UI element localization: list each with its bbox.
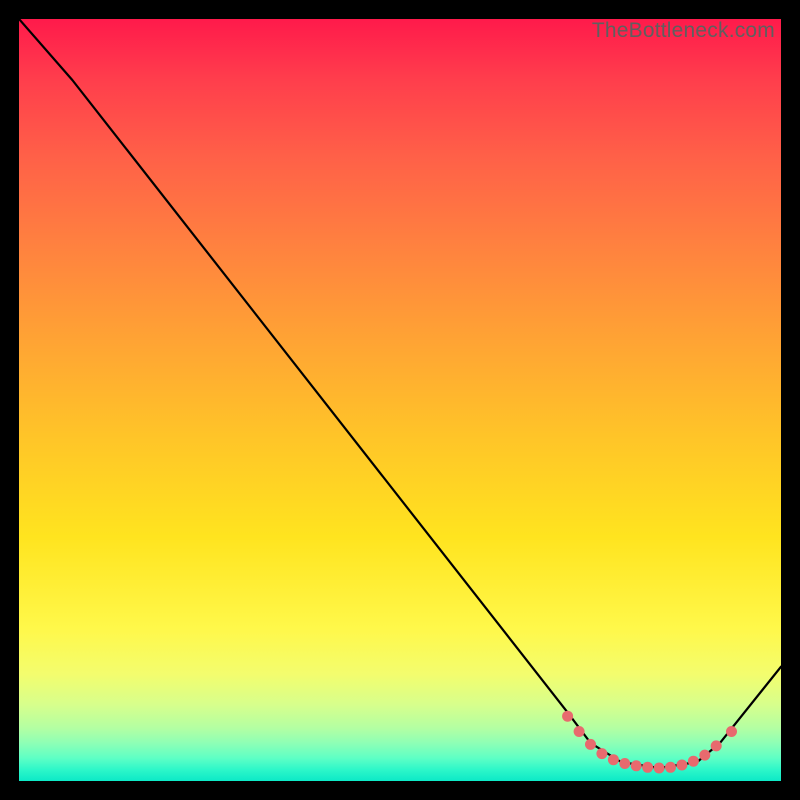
curve-dot xyxy=(596,748,607,759)
curve-dot xyxy=(699,750,710,761)
curve-dot xyxy=(711,740,722,751)
curve-dots xyxy=(562,711,737,774)
curve-dot xyxy=(676,760,687,771)
curve-dot xyxy=(665,762,676,773)
curve-dot xyxy=(562,711,573,722)
curve-dot xyxy=(642,762,653,773)
chart-stage: TheBottleneck.com xyxy=(0,0,800,800)
curve-dot xyxy=(585,739,596,750)
curve-dot xyxy=(654,763,665,774)
chart-svg xyxy=(19,19,781,781)
curve-dot xyxy=(608,754,619,765)
curve-dot xyxy=(726,726,737,737)
bottleneck-curve xyxy=(19,19,781,768)
curve-dot xyxy=(619,758,630,769)
curve-dot xyxy=(688,756,699,767)
plot-area: TheBottleneck.com xyxy=(19,19,781,781)
watermark-text: TheBottleneck.com xyxy=(592,19,775,43)
curve-dot xyxy=(574,726,585,737)
curve-dot xyxy=(631,760,642,771)
